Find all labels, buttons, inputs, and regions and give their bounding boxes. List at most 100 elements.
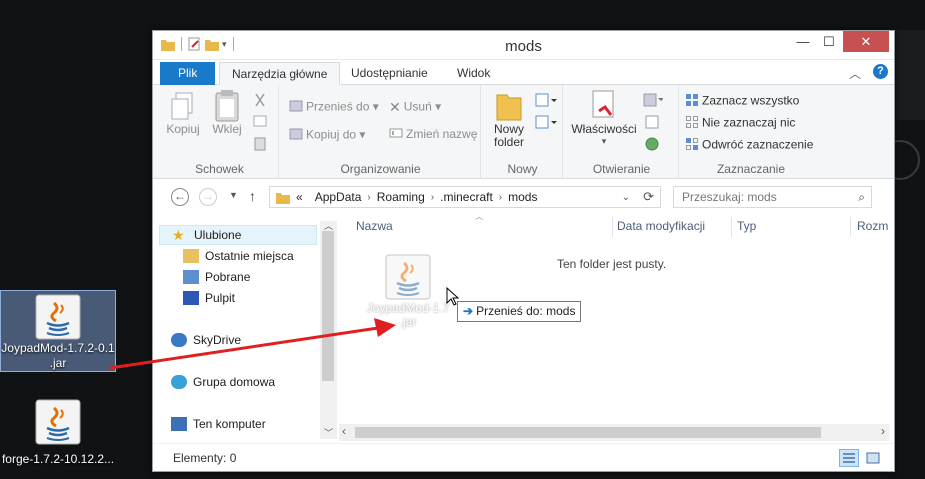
explorer-window: ▾ mods — ☐ ✕ Plik Narzędzia główne Udost… — [152, 30, 895, 472]
nav-recent-places[interactable]: Ostatnie miejsca — [183, 246, 294, 266]
paste-shortcut-icon[interactable] — [253, 137, 267, 151]
breadcrumb-minecraft[interactable]: .minecraft — [440, 190, 493, 204]
drag-tooltip: ➔ Przenieś do: mods — [457, 301, 582, 322]
chevron-right-icon[interactable]: › — [499, 192, 502, 203]
tab-view[interactable]: Widok — [445, 62, 502, 85]
details-view-button[interactable] — [839, 449, 859, 467]
chevron-right-icon[interactable]: › — [881, 424, 885, 438]
star-icon: ★ — [172, 227, 185, 243]
invert-selection-button[interactable]: Odwróć zaznaczenie — [685, 137, 813, 154]
chevron-right-icon[interactable]: › — [367, 192, 370, 203]
item-count: Elementy: 0 — [173, 451, 237, 465]
desktop-icon-forge[interactable]: forge-1.7.2-10.12.2... — [0, 398, 116, 467]
nav-scrollbar[interactable]: ︿ ﹀ — [320, 221, 337, 439]
group-select: Zaznacz wszystko Nie zaznaczaj nic Odwró… — [681, 85, 821, 179]
scrollbar-thumb[interactable] — [322, 231, 334, 381]
sort-indicator-icon: ︿ — [475, 212, 483, 221]
up-button[interactable]: ↑ — [249, 188, 256, 204]
cloud-icon — [171, 333, 187, 347]
search-input[interactable]: Przeszukaj: mods ⌕ — [673, 186, 872, 208]
new-folder-button[interactable]: Nowy folder — [489, 89, 529, 149]
breadcrumb-mods[interactable]: mods — [508, 190, 537, 204]
maximize-button[interactable]: ☐ — [815, 31, 843, 52]
chevron-right-icon[interactable]: › — [431, 192, 434, 203]
edit-icon[interactable] — [645, 115, 659, 129]
ribbon-tabs: Plik Narzędzia główne Udostępnianie Wido… — [153, 60, 894, 85]
nav-this-pc[interactable]: Ten komputer — [171, 414, 266, 434]
breadcrumb-appdata[interactable]: AppData — [315, 190, 362, 204]
column-divider[interactable] — [612, 217, 613, 237]
group-open: Właściwości ▾ Otwieranie — [565, 85, 679, 179]
forward-button[interactable]: → — [199, 188, 217, 206]
column-size[interactable]: Rozm — [857, 219, 888, 233]
refresh-icon[interactable]: ⟳ — [643, 189, 654, 205]
nav-downloads[interactable]: Pobrane — [183, 267, 250, 287]
move-to-button[interactable]: Przenieś do ▾ — [289, 99, 379, 116]
folder-icon — [276, 192, 290, 204]
downloads-icon — [183, 270, 199, 284]
chevron-left-icon[interactable]: ‹ — [342, 424, 346, 438]
select-all-button[interactable]: Zaznacz wszystko — [685, 93, 799, 110]
desktop-icon-joypadmod[interactable]: JoypadMod-1.7.2-0.1 .jar — [0, 290, 116, 372]
drag-ghost-item: JoypadMod-1.7 .jar — [363, 253, 453, 329]
column-date-modified[interactable]: Data modyfikacji — [617, 219, 705, 233]
open-icon[interactable] — [643, 93, 663, 107]
copy-path-icon[interactable] — [253, 115, 267, 127]
rename-button[interactable]: Zmień nazwę — [389, 127, 477, 142]
new-item-icon[interactable] — [535, 93, 557, 109]
invert-selection-icon — [685, 137, 699, 154]
back-button[interactable]: ← — [171, 188, 189, 206]
address-bar[interactable]: « AppData › Roaming › .minecraft › mods … — [269, 186, 661, 208]
minimize-button[interactable]: — — [789, 31, 817, 52]
properties-button[interactable]: Właściwości ▾ — [571, 89, 637, 147]
nav-favorites[interactable]: ★ Ulubione — [159, 225, 317, 245]
java-icon — [385, 254, 431, 300]
breadcrumb-roaming[interactable]: Roaming — [377, 190, 425, 204]
scrollbar-thumb[interactable] — [355, 427, 821, 438]
group-label: Nowy — [507, 162, 538, 176]
column-divider[interactable] — [850, 217, 851, 237]
breadcrumb-overflow[interactable]: « — [296, 190, 303, 204]
copy-to-button[interactable]: Kopiuj do ▾ — [289, 127, 365, 144]
paste-button[interactable]: Wklej — [209, 89, 245, 136]
select-none-button[interactable]: Nie zaznaczaj nic — [685, 115, 795, 132]
easy-access-icon[interactable] — [535, 115, 557, 131]
content-hscrollbar[interactable]: ‹ › — [339, 424, 889, 441]
delete-button[interactable]: ✕ Usuń ▾ — [389, 99, 441, 116]
java-icon — [35, 399, 81, 445]
tab-home[interactable]: Narzędzia główne — [219, 62, 341, 85]
drag-ghost-label: JoypadMod-1.7 .jar — [366, 301, 450, 329]
group-clipboard: Kopiuj Wklej Schowek — [161, 85, 279, 179]
cut-icon[interactable] — [253, 93, 267, 109]
copy-button[interactable]: Kopiuj — [165, 91, 201, 136]
nav-skydrive[interactable]: SkyDrive — [171, 330, 241, 350]
nav-desktop[interactable]: Pulpit — [183, 288, 235, 308]
group-organize: Przenieś do ▾ Kopiuj do ▾ ✕ Usuń ▾ Zmień … — [281, 85, 481, 179]
large-icons-view-button[interactable] — [863, 449, 883, 467]
window-title: mods — [505, 38, 542, 55]
paste-icon — [215, 90, 239, 122]
close-button[interactable]: ✕ — [843, 31, 889, 52]
help-icon[interactable]: ? — [873, 64, 888, 79]
column-name[interactable]: Nazwa — [356, 219, 393, 233]
column-type[interactable]: Typ — [737, 219, 756, 233]
tab-file[interactable]: Plik — [160, 62, 216, 85]
history-icon[interactable] — [645, 137, 659, 151]
chevron-down-icon[interactable]: ﹀ — [324, 426, 333, 439]
nav-homegroup[interactable]: Grupa domowa — [171, 372, 275, 392]
details-view-icon — [843, 453, 855, 463]
group-label: Otwieranie — [592, 162, 651, 176]
title-bar[interactable]: ▾ mods — ☐ ✕ — [153, 31, 894, 60]
group-label: Zaznaczanie — [716, 162, 786, 176]
select-none-icon — [685, 115, 699, 132]
move-to-icon — [289, 99, 303, 116]
column-divider[interactable] — [731, 217, 732, 237]
recent-locations-icon[interactable]: ▼ — [229, 190, 238, 200]
chevron-down-icon[interactable]: ⌄ — [622, 192, 630, 203]
address-toolbar: ← → ▼ ↑ « AppData › Roaming › .minecraft… — [153, 179, 894, 215]
delete-icon: ✕ — [389, 99, 401, 115]
recent-places-icon — [183, 249, 199, 263]
desktop-background-shape — [896, 30, 925, 120]
tab-share[interactable]: Udostępnianie — [339, 62, 440, 85]
collapse-ribbon-icon[interactable]: ︿ — [849, 65, 861, 82]
